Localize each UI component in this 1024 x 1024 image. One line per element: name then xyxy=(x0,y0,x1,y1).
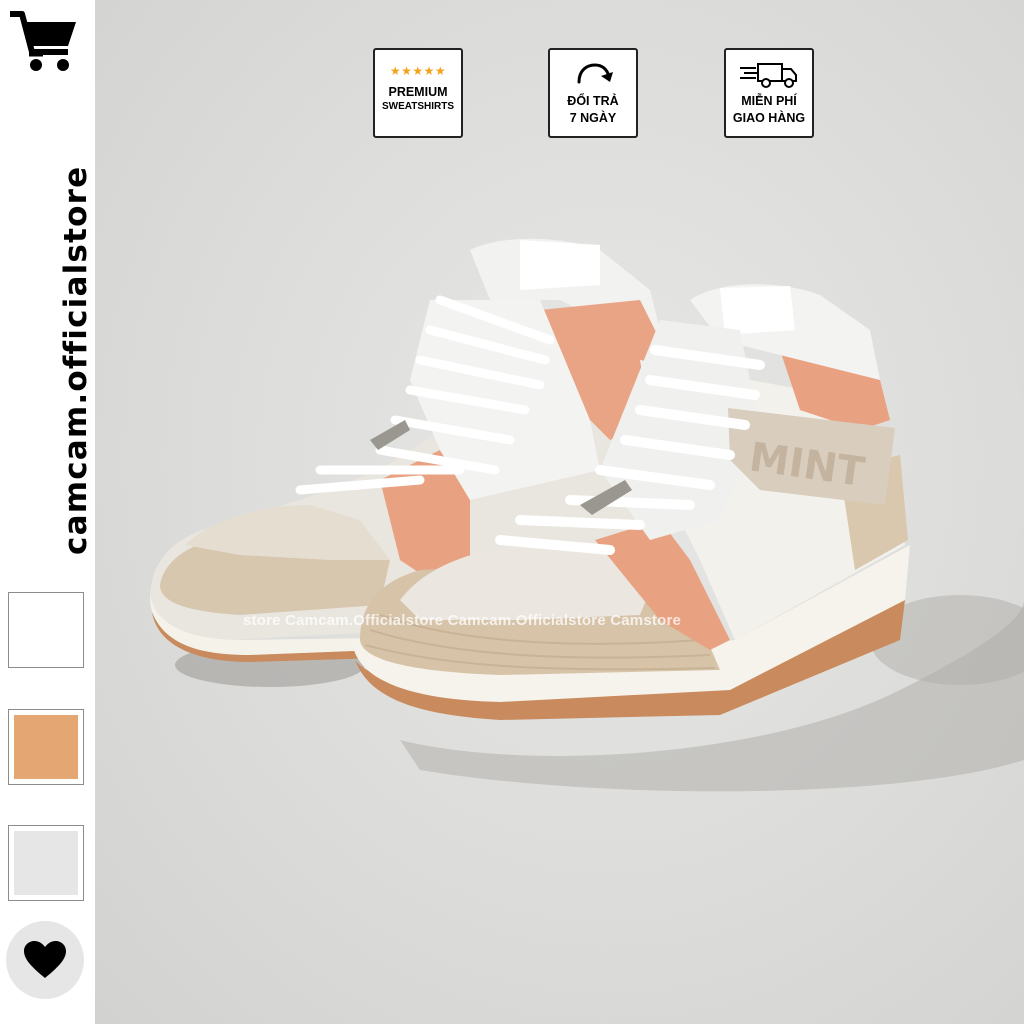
swatch-fill xyxy=(14,715,78,779)
badge-line1: PREMIUM xyxy=(388,85,448,99)
badge-premium: ★★★★★ PREMIUM SWEATSHIRTS xyxy=(373,48,463,138)
badge-line1: ĐỔI TRẢ xyxy=(567,94,619,108)
sidebar: camcam.officialstore xyxy=(0,0,95,1024)
return-arrow-icon xyxy=(577,63,613,84)
five-stars-icon: ★★★★★ xyxy=(389,64,447,78)
swatch-fill xyxy=(14,598,78,662)
favorite-button[interactable] xyxy=(6,921,84,999)
color-swatch-orange[interactable] xyxy=(8,709,84,785)
badge-return: ĐỔI TRẢ 7 NGÀY xyxy=(548,48,638,138)
shopping-cart-icon[interactable] xyxy=(8,8,78,78)
watermark-text: store Camcam.Officialstore Camcam.Offici… xyxy=(243,612,682,629)
badge-line2: GIAO HÀNG xyxy=(732,111,806,125)
badge-free-shipping: MIỄN PHÍ GIAO HÀNG xyxy=(724,48,814,138)
badge-line2: SWEATSHIRTS xyxy=(381,101,455,112)
brand-name: camcam.officialstore xyxy=(58,165,94,555)
delivery-truck-icon xyxy=(740,63,797,88)
product-photo: MINT store Camcam.Officialstore Camcam.O… xyxy=(95,0,1024,1024)
sneakers-illustration: MINT xyxy=(150,238,1024,792)
badge-line1: MIỄN PHÍ xyxy=(741,94,797,108)
color-swatch-gray[interactable] xyxy=(8,825,84,901)
color-swatch-white[interactable] xyxy=(8,592,84,668)
heart-icon xyxy=(24,941,66,978)
swatch-fill xyxy=(14,831,78,895)
badge-line2: 7 NGÀY xyxy=(569,111,617,125)
